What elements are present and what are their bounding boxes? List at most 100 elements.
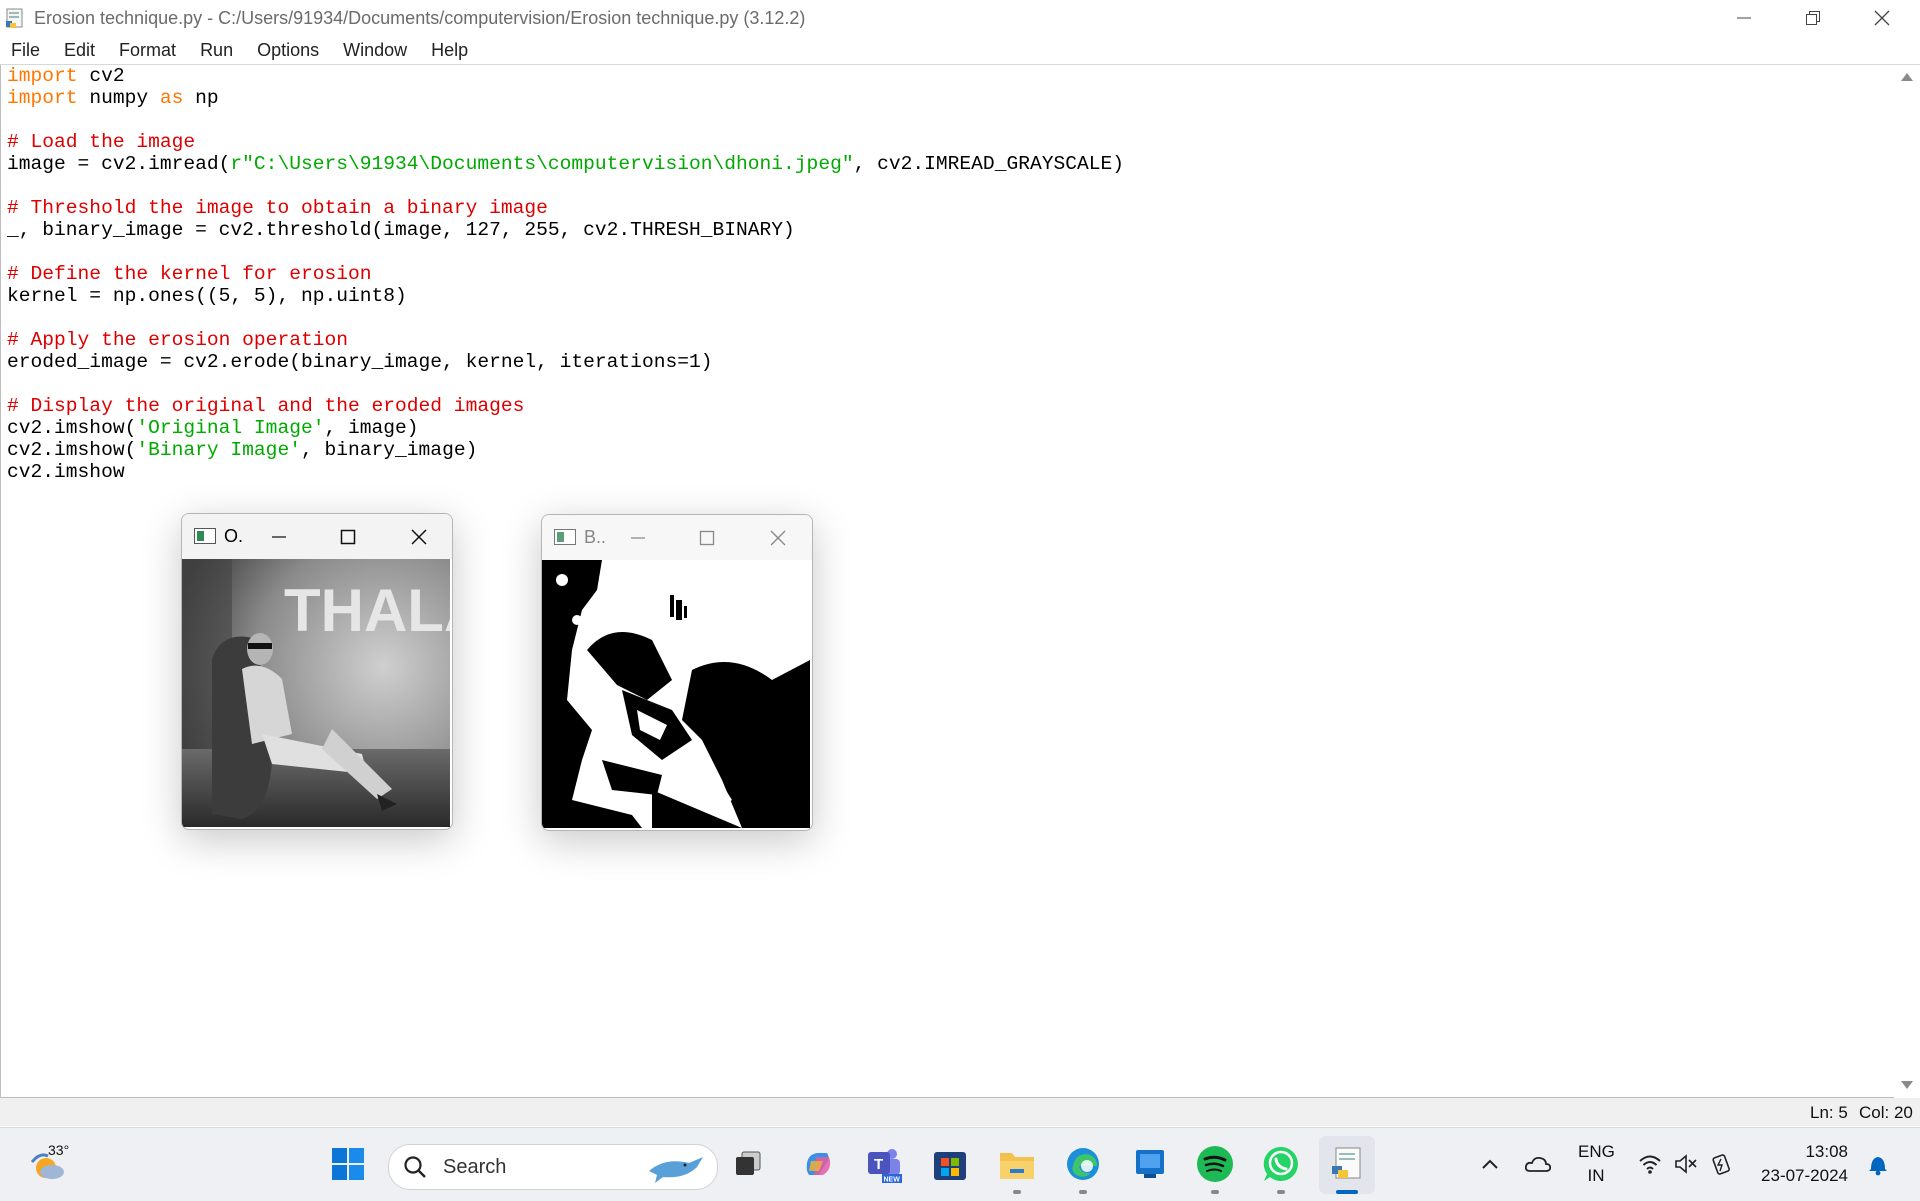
file-explorer-button[interactable] <box>997 1144 1037 1184</box>
start-button[interactable] <box>328 1144 368 1184</box>
binary-maximize-button[interactable] <box>677 515 737 560</box>
edge-button[interactable] <box>1063 1144 1103 1184</box>
bell-icon <box>1869 1157 1887 1176</box>
code-line[interactable]: ​ <box>7 109 1124 131</box>
vertical-scrollbar[interactable] <box>1894 65 1920 1097</box>
code-line[interactable]: # Threshold the image to obtain a binary… <box>7 197 1124 219</box>
copilot-button[interactable] <box>798 1144 838 1184</box>
original-window-titlebar[interactable]: O. <box>182 514 452 559</box>
microsoft-store-button[interactable] <box>930 1144 970 1184</box>
code-line[interactable]: cv2.imshow <box>7 461 1124 483</box>
menu-help[interactable]: Help <box>419 36 480 64</box>
opencv-window-icon <box>554 529 576 545</box>
code-line[interactable]: ​ <box>7 307 1124 329</box>
active-indicator <box>1336 1190 1358 1194</box>
close-icon <box>1874 10 1890 26</box>
python-idle-button[interactable] <box>1327 1144 1367 1184</box>
original-image-window[interactable]: O. THALA <box>181 513 453 830</box>
teams-button[interactable]: T NEW <box>864 1144 904 1184</box>
task-view-icon <box>736 1151 761 1175</box>
python-idle-icon <box>1332 1147 1361 1179</box>
original-close-button[interactable] <box>389 514 449 559</box>
restore-button[interactable] <box>1779 0 1847 36</box>
status-bar: Ln: 5 Col: 20 <box>0 1098 1920 1126</box>
cloud-icon <box>1524 1156 1552 1172</box>
code-line[interactable]: # Load the image <box>7 131 1124 153</box>
code-line[interactable]: import numpy as np <box>7 87 1124 109</box>
chevron-up-icon <box>1482 1159 1498 1169</box>
idle-app-icon <box>6 8 23 28</box>
original-minimize-button[interactable] <box>249 514 309 559</box>
store-icon <box>934 1152 966 1180</box>
search-highlight-dolphin-icon <box>649 1157 703 1183</box>
title-bar: Erosion technique.py - C:/Users/91934/Do… <box>0 0 1920 36</box>
running-indicator <box>1079 1190 1087 1194</box>
binary-window-titlebar[interactable]: B.. <box>542 515 812 560</box>
line-number: Ln: 5 <box>1810 1103 1848 1122</box>
maximize-icon <box>340 529 356 544</box>
binary-image-window[interactable]: B.. <box>541 514 813 831</box>
code-line[interactable]: cv2.imshow('Binary Image', binary_image) <box>7 439 1124 461</box>
show-hidden-icons-button[interactable] <box>1470 1144 1510 1184</box>
volume-button[interactable] <box>1668 1144 1704 1184</box>
code-line[interactable]: kernel = np.ones((5, 5), np.uint8) <box>7 285 1124 307</box>
clock-time[interactable]: 13:08 <box>1752 1142 1848 1162</box>
running-indicator <box>1277 1190 1285 1194</box>
menu-window[interactable]: Window <box>331 36 419 64</box>
maximize-icon <box>699 530 715 545</box>
code-line[interactable]: _, binary_image = cv2.threshold(image, 1… <box>7 219 1124 241</box>
spotify-button[interactable] <box>1195 1144 1235 1184</box>
onedrive-button[interactable] <box>1518 1144 1558 1184</box>
binary-window-title: B.. <box>584 527 607 547</box>
window-title: Erosion technique.py - C:/Users/91934/Do… <box>34 7 806 28</box>
pinned-app-button[interactable] <box>1130 1144 1170 1184</box>
column-number: Col: 20 <box>1859 1103 1913 1122</box>
code-line[interactable]: import cv2 <box>7 65 1124 87</box>
binary-close-button[interactable] <box>748 515 808 560</box>
whatsapp-button[interactable] <box>1261 1144 1301 1184</box>
menu-run[interactable]: Run <box>188 36 245 64</box>
wifi-icon <box>1639 1155 1661 1174</box>
code-line[interactable]: # Display the original and the eroded im… <box>7 395 1124 417</box>
clock-date[interactable]: 23-07-2024 <box>1752 1166 1848 1186</box>
thala-image-text: THALA <box>284 577 450 644</box>
language-indicator-eng[interactable]: ENG <box>1578 1142 1615 1162</box>
code-line[interactable]: ​ <box>7 175 1124 197</box>
spotify-icon <box>1197 1146 1233 1182</box>
app-icon <box>1136 1150 1164 1178</box>
menu-edit[interactable]: Edit <box>52 36 107 64</box>
original-grayscale-photo: THALA <box>182 559 450 827</box>
task-view-button[interactable] <box>728 1144 768 1184</box>
menu-format[interactable]: Format <box>107 36 188 64</box>
code-line[interactable]: cv2.imshow('Original Image', image) <box>7 417 1124 439</box>
copilot-icon <box>806 1153 831 1175</box>
scroll-up-arrow-icon[interactable] <box>1901 73 1913 81</box>
menu-file[interactable]: File <box>0 36 52 64</box>
windows-start-icon <box>332 1148 364 1180</box>
minimize-button[interactable] <box>1710 0 1778 36</box>
menu-options[interactable]: Options <box>245 36 331 64</box>
code-line[interactable]: ​ <box>7 241 1124 263</box>
restore-icon <box>1806 11 1820 25</box>
network-button[interactable] <box>1632 1144 1668 1184</box>
minimize-icon <box>1737 17 1751 19</box>
opencv-window-icon <box>194 528 216 544</box>
code-line[interactable]: # Apply the erosion operation <box>7 329 1124 351</box>
notifications-button[interactable] <box>1858 1144 1898 1184</box>
whatsapp-icon <box>1263 1146 1298 1181</box>
code-text[interactable]: import cv2import numpy as np​# Load the … <box>7 65 1124 483</box>
close-button[interactable] <box>1848 0 1916 36</box>
original-maximize-button[interactable] <box>318 514 378 559</box>
code-line[interactable]: image = cv2.imread(r"C:\Users\91934\Docu… <box>7 153 1124 175</box>
binary-minimize-button[interactable] <box>608 515 668 560</box>
scroll-down-arrow-icon[interactable] <box>1901 1081 1913 1089</box>
language-indicator-region[interactable]: IN <box>1578 1166 1614 1186</box>
code-line[interactable]: # Define the kernel for erosion <box>7 263 1124 285</box>
battery-button[interactable] <box>1704 1144 1740 1184</box>
search-label: Search <box>443 1156 507 1178</box>
taskbar: 33° Search T NEW ENG IN 13:08 23-07-2024 <box>0 1127 1920 1201</box>
code-line[interactable]: eroded_image = cv2.erode(binary_image, k… <box>7 351 1124 373</box>
code-line[interactable]: ​ <box>7 373 1124 395</box>
search-icon <box>404 1156 426 1178</box>
taskbar-search-box[interactable]: Search <box>388 1144 718 1190</box>
